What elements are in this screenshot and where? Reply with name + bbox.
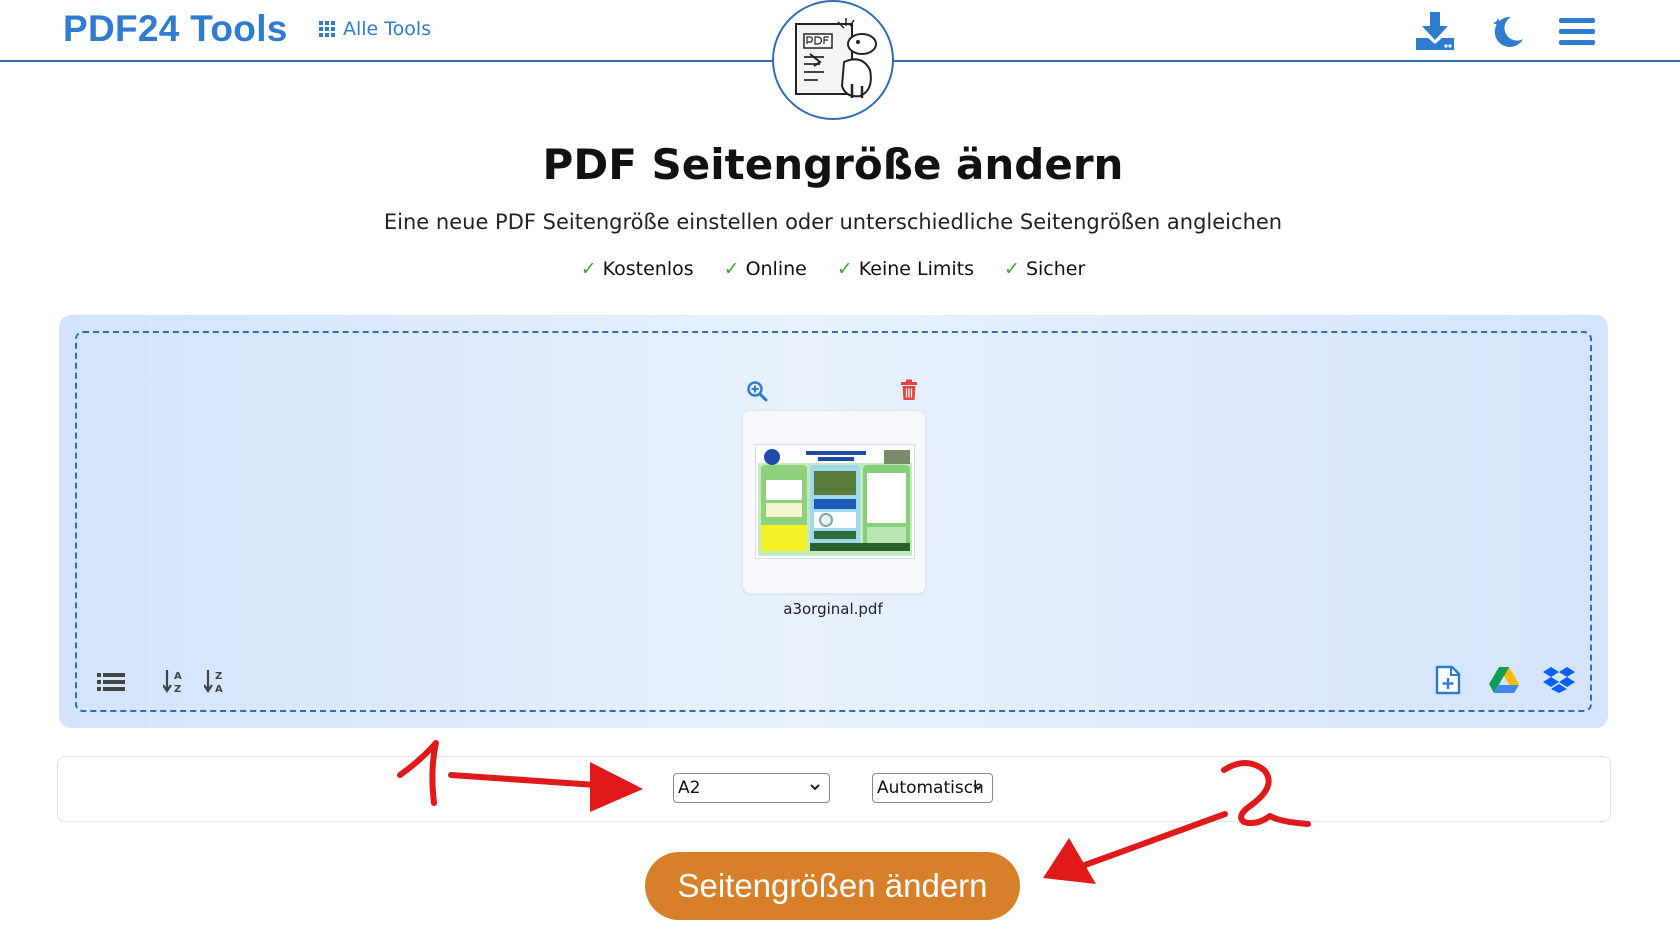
logo[interactable]: PDF24 Tools bbox=[63, 8, 288, 50]
all-tools-label: Alle Tools bbox=[343, 18, 432, 40]
svg-text:Z: Z bbox=[215, 671, 222, 682]
feature-item: ✓ Kostenlos bbox=[580, 258, 694, 280]
chevron-down-icon bbox=[810, 784, 820, 791]
svg-text:A: A bbox=[174, 671, 182, 682]
check-icon: ✓ bbox=[580, 258, 597, 280]
chevron-down-icon bbox=[973, 784, 983, 791]
orientation-select[interactable]: Automatisch bbox=[872, 773, 993, 803]
sort-a-z-icon[interactable]: A Z bbox=[163, 668, 187, 694]
orientation-value: Automatisch bbox=[877, 778, 984, 798]
all-tools-link[interactable]: Alle Tools bbox=[319, 18, 431, 40]
mascot-logo[interactable] bbox=[772, 0, 894, 120]
grid-icon bbox=[319, 21, 335, 37]
check-icon: ✓ bbox=[836, 258, 853, 280]
feature-item: ✓ Keine Limits bbox=[836, 258, 975, 280]
sort-z-a-icon[interactable]: Z A bbox=[204, 668, 228, 694]
zoom-in-icon[interactable] bbox=[746, 380, 768, 402]
download-icon[interactable] bbox=[1413, 10, 1457, 54]
check-icon: ✓ bbox=[1004, 258, 1020, 280]
feature-item: ✓ Sicher bbox=[1004, 258, 1086, 280]
file-card[interactable] bbox=[742, 410, 926, 594]
google-drive-icon[interactable] bbox=[1488, 666, 1520, 694]
check-icon: ✓ bbox=[723, 258, 740, 280]
dark-mode-icon[interactable] bbox=[1485, 10, 1529, 54]
list-view-icon[interactable] bbox=[97, 671, 125, 693]
feature-list: ✓ Kostenlos ✓ Online ✓ Keine Limits ✓ Sicher bbox=[0, 258, 1666, 280]
svg-text:Z: Z bbox=[174, 684, 181, 694]
file-name: a3orginal.pdf bbox=[783, 600, 883, 618]
feature-item: ✓ Online bbox=[723, 258, 807, 280]
menu-icon[interactable] bbox=[1555, 10, 1599, 54]
file-thumbnail bbox=[755, 444, 915, 559]
page-size-value: A2 bbox=[678, 778, 701, 798]
pdf-thumbnail-image bbox=[758, 447, 912, 556]
dropbox-icon[interactable] bbox=[1543, 666, 1575, 694]
options-bar bbox=[57, 756, 1611, 822]
trash-icon[interactable] bbox=[899, 379, 919, 401]
page-title: PDF Seitengröße ändern bbox=[542, 140, 1124, 189]
page-subtitle: Eine neue PDF Seitengröße einstellen ode… bbox=[383, 210, 1283, 234]
add-file-icon[interactable] bbox=[1434, 664, 1462, 696]
mascot-drawing-icon bbox=[795, 18, 877, 98]
svg-text:A: A bbox=[215, 684, 223, 694]
page-size-select[interactable]: A2 bbox=[673, 773, 830, 803]
resize-pages-button[interactable]: Seitengrößen ändern bbox=[645, 852, 1020, 920]
annotation-arrowhead-2 bbox=[1043, 838, 1096, 884]
